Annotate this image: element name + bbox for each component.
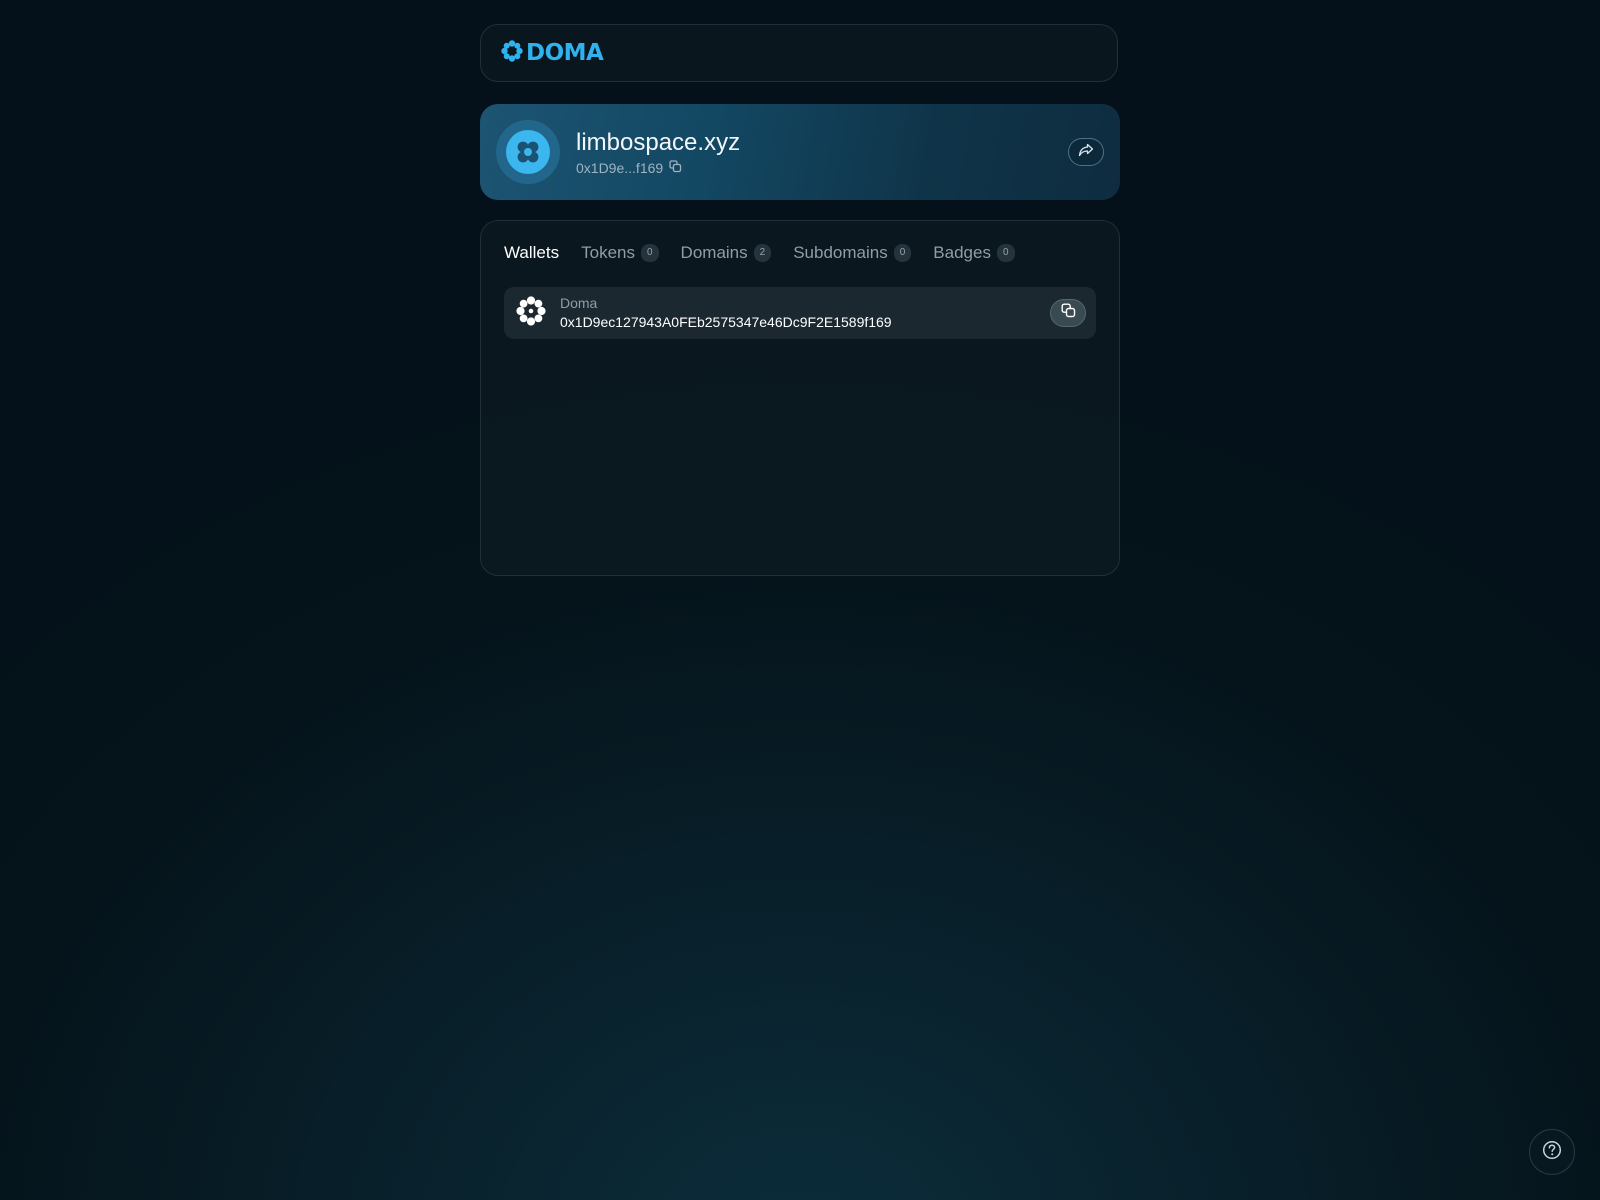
wallet-row: Doma 0x1D9ec127943A0FEb2575347e46Dc9F2E1… bbox=[504, 287, 1096, 339]
domain-name: limbospace.xyz bbox=[576, 129, 741, 156]
wallet-network: Doma bbox=[560, 295, 598, 311]
tab-tokens[interactable]: Tokens 0 bbox=[581, 243, 659, 263]
tab-label: Badges bbox=[933, 243, 991, 262]
help-button[interactable] bbox=[1529, 1129, 1575, 1175]
profile-card: limbospace.xyz 0x1D9e...f169 bbox=[480, 104, 1120, 200]
tab-subdomains[interactable]: Subdomains 0 bbox=[793, 243, 912, 263]
tab-label: Subdomains bbox=[793, 243, 888, 262]
doma-logo[interactable]: DOMA bbox=[501, 39, 604, 67]
count-badge: 0 bbox=[893, 244, 912, 262]
wallet-info: Doma 0x1D9ec127943A0FEb2575347e46Dc9F2E1… bbox=[560, 294, 892, 332]
copy-icon bbox=[1061, 303, 1076, 323]
tab-bar: Wallets Tokens 0 Domains 2 Subdomains 0 … bbox=[504, 241, 1096, 265]
avatar bbox=[496, 120, 560, 184]
share-icon bbox=[1078, 143, 1094, 162]
help-icon bbox=[1542, 1140, 1562, 1165]
tab-label: Tokens bbox=[581, 243, 635, 262]
tabs-panel: Wallets Tokens 0 Domains 2 Subdomains 0 … bbox=[480, 220, 1120, 576]
logo-text: DOMA bbox=[526, 40, 604, 66]
share-button[interactable] bbox=[1068, 138, 1104, 166]
short-address-row: 0x1D9e...f169 bbox=[576, 160, 740, 176]
wallet-address: 0x1D9ec127943A0FEb2575347e46Dc9F2E1589f1… bbox=[560, 314, 892, 330]
tab-wallets[interactable]: Wallets bbox=[504, 243, 559, 263]
tab-label: Wallets bbox=[504, 243, 560, 262]
doma-network-icon bbox=[516, 295, 546, 331]
top-header: DOMA bbox=[480, 24, 1118, 82]
profile-info: limbospace.xyz 0x1D9e...f169 bbox=[576, 128, 740, 176]
tab-label: Domains bbox=[680, 243, 748, 262]
tab-domains[interactable]: Domains 2 bbox=[681, 243, 772, 263]
copy-icon[interactable] bbox=[669, 160, 682, 176]
tab-badges[interactable]: Badges 0 bbox=[933, 243, 1015, 263]
count-badge: 0 bbox=[640, 244, 659, 262]
count-badge: 0 bbox=[996, 244, 1015, 262]
doma-flower-icon bbox=[501, 39, 523, 67]
avatar-flower-icon bbox=[506, 130, 550, 174]
count-badge: 2 bbox=[753, 244, 772, 262]
copy-address-button[interactable] bbox=[1050, 299, 1086, 327]
short-address: 0x1D9e...f169 bbox=[576, 160, 664, 176]
